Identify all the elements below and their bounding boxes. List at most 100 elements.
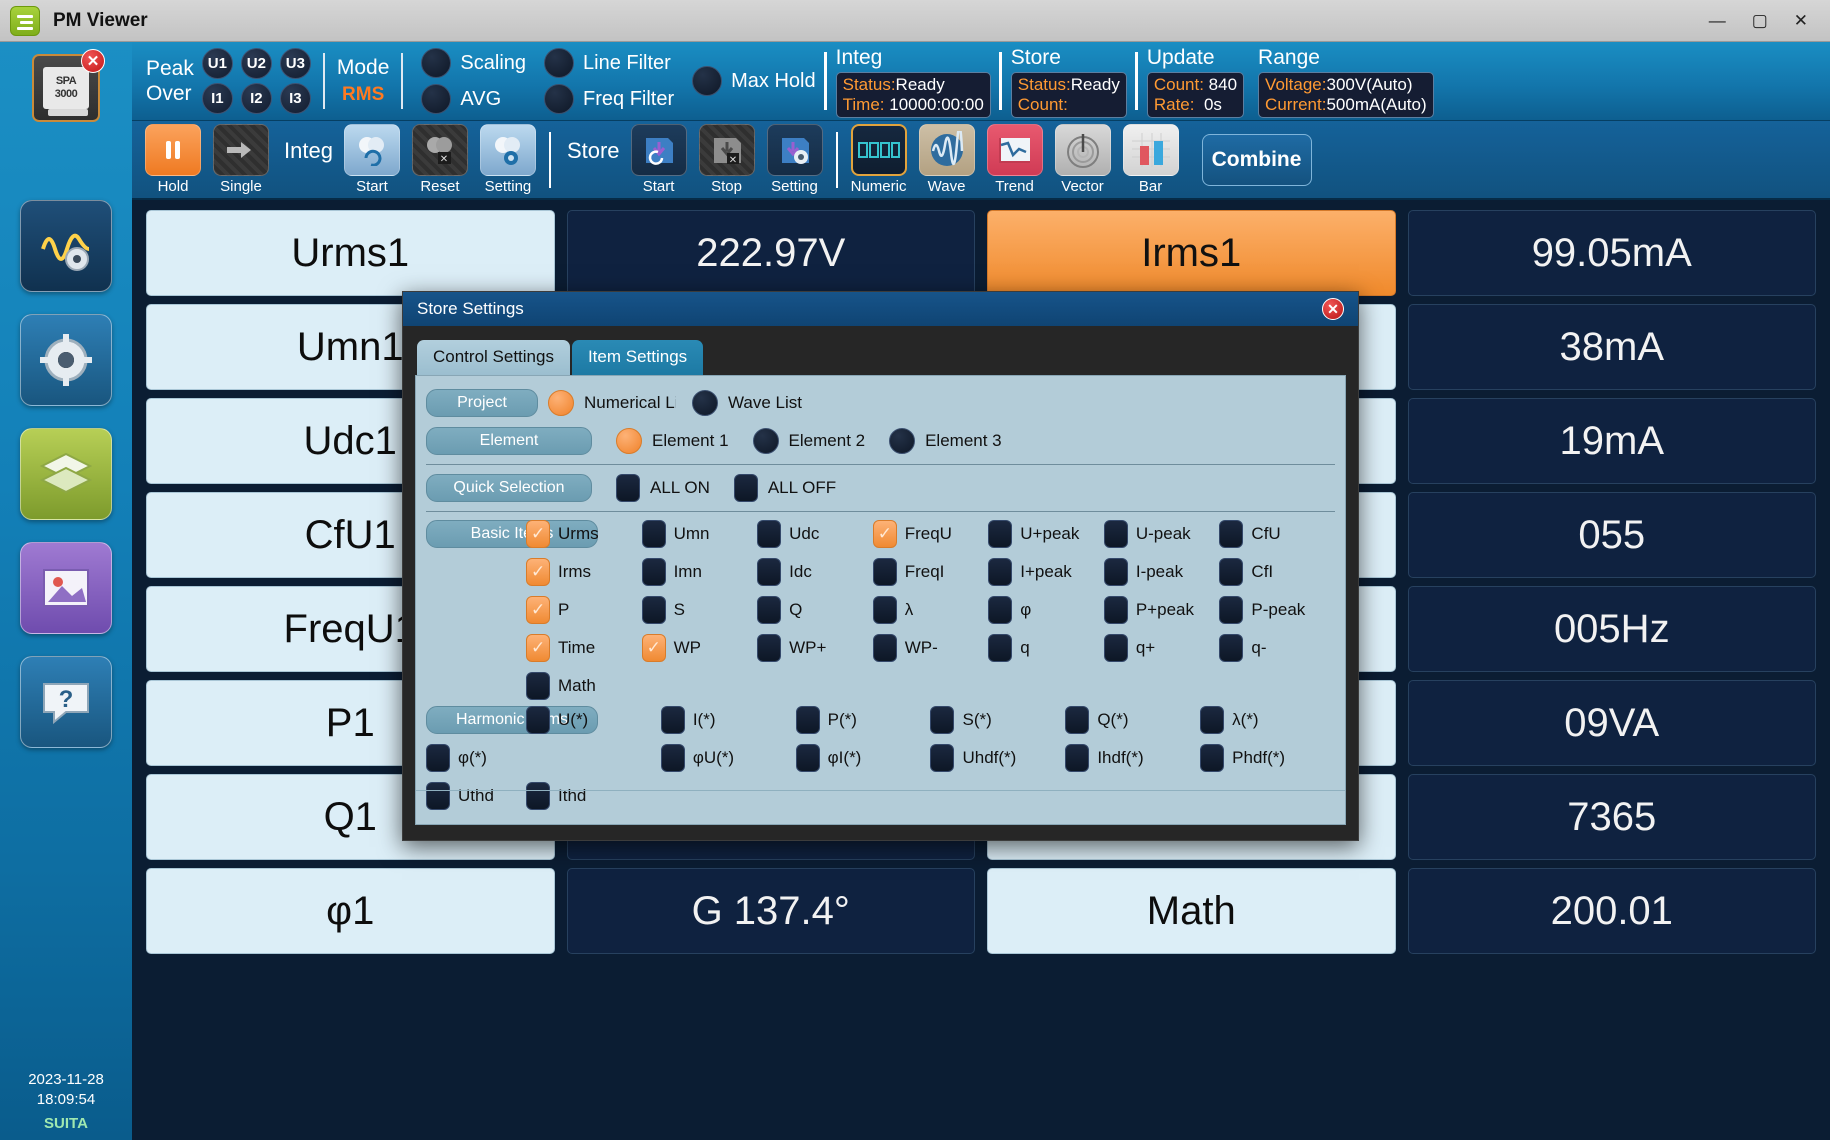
checkbox-icon[interactable]: [661, 744, 685, 772]
radio-element-2[interactable]: [753, 428, 779, 454]
measurement-value[interactable]: 005Hz: [1408, 586, 1817, 672]
measurement-label[interactable]: Irms1: [987, 210, 1396, 296]
toolbar-button-hold[interactable]: Hold: [142, 124, 204, 195]
checkbox-icon[interactable]: [526, 706, 550, 734]
toolbar-button-integ-reset[interactable]: ✕ Reset: [409, 124, 471, 195]
checkbox-icon[interactable]: [1104, 596, 1128, 624]
checkbox-icon[interactable]: [796, 706, 820, 734]
checkbox-item[interactable]: Q: [757, 596, 873, 624]
checkbox-item[interactable]: P(*): [796, 706, 931, 734]
checkbox-item[interactable]: P-peak: [1219, 596, 1335, 624]
checkbox-all-off[interactable]: [734, 474, 758, 502]
checkbox-icon[interactable]: [988, 634, 1012, 662]
checkbox-item[interactable]: P: [526, 596, 642, 624]
checkbox-item[interactable]: S: [642, 596, 758, 624]
measurement-value[interactable]: G 137.4°: [567, 868, 976, 954]
checkbox-item[interactable]: Uhdf(*): [930, 744, 1065, 772]
toolbar-button-vector[interactable]: Vector: [1052, 124, 1114, 195]
lamp-u2[interactable]: U2: [241, 48, 272, 79]
checkbox-icon[interactable]: [661, 706, 685, 734]
checkbox-icon[interactable]: [1200, 744, 1224, 772]
checkbox-item[interactable]: Idc: [757, 558, 873, 586]
toggle-freq-filter[interactable]: Freq Filter: [544, 84, 674, 114]
checkbox-icon[interactable]: [526, 672, 550, 700]
close-button[interactable]: ✕: [1794, 11, 1808, 31]
checkbox-item[interactable]: WP: [642, 634, 758, 662]
checkbox-item[interactable]: q: [988, 634, 1104, 662]
checkbox-icon[interactable]: [642, 558, 666, 586]
checkbox-icon[interactable]: [930, 706, 954, 734]
checkbox-icon[interactable]: [1104, 558, 1128, 586]
checkbox-icon[interactable]: [526, 558, 550, 586]
checkbox-icon[interactable]: [757, 558, 781, 586]
checkbox-item[interactable]: P+peak: [1104, 596, 1220, 624]
checkbox-item[interactable]: λ(*): [1200, 706, 1335, 734]
sidebar-item-settings[interactable]: [20, 314, 112, 406]
checkbox-icon[interactable]: [526, 634, 550, 662]
checkbox-item[interactable]: Imn: [642, 558, 758, 586]
toggle-line-filter[interactable]: Line Filter: [544, 48, 674, 78]
combine-button[interactable]: Combine: [1202, 134, 1312, 186]
toggle-avg[interactable]: AVG: [421, 84, 526, 114]
toolbar-button-bar[interactable]: Bar: [1120, 124, 1182, 195]
checkbox-icon[interactable]: [757, 634, 781, 662]
sidebar-item-layers[interactable]: [20, 428, 112, 520]
toolbar-button-wave[interactable]: Wave: [916, 124, 978, 195]
checkbox-icon[interactable]: [930, 744, 954, 772]
checkbox-item[interactable]: Udc: [757, 520, 873, 548]
toolbar-button-store-stop[interactable]: ✕ Stop: [696, 124, 758, 195]
measurement-value[interactable]: 055: [1408, 492, 1817, 578]
checkbox-item[interactable]: Q(*): [1065, 706, 1200, 734]
checkbox-item[interactable]: Time: [526, 634, 642, 662]
tab-item-settings[interactable]: Item Settings: [572, 340, 703, 375]
checkbox-item[interactable]: Phdf(*): [1200, 744, 1335, 772]
radio-wave-list[interactable]: [692, 390, 718, 416]
checkbox-item[interactable]: CfI: [1219, 558, 1335, 586]
toolbar-button-trend[interactable]: Trend: [984, 124, 1046, 195]
measurement-label[interactable]: φ1: [146, 868, 555, 954]
checkbox-icon[interactable]: [988, 520, 1012, 548]
lamp-i3[interactable]: I3: [280, 83, 311, 114]
checkbox-item[interactable]: U-peak: [1104, 520, 1220, 548]
device-status-tile[interactable]: SPA 3000 ✕: [32, 54, 100, 122]
checkbox-icon[interactable]: [1219, 558, 1243, 586]
checkbox-icon[interactable]: [526, 520, 550, 548]
radio-element-3[interactable]: [889, 428, 915, 454]
radio-element-1[interactable]: [616, 428, 642, 454]
sidebar-item-waveform-settings[interactable]: [20, 200, 112, 292]
checkbox-item[interactable]: φ(*): [426, 744, 526, 772]
measurement-value[interactable]: 38mA: [1408, 304, 1817, 390]
checkbox-icon[interactable]: [873, 634, 897, 662]
toolbar-button-integ-setting[interactable]: Setting: [477, 124, 539, 195]
minimize-button[interactable]: —: [1709, 11, 1726, 31]
toggle-scaling[interactable]: Scaling: [421, 48, 526, 78]
checkbox-item[interactable]: Urms: [526, 520, 642, 548]
toolbar-button-store-start[interactable]: Start: [628, 124, 690, 195]
checkbox-all-on[interactable]: [616, 474, 640, 502]
checkbox-icon[interactable]: [1219, 634, 1243, 662]
lamp-i1[interactable]: I1: [202, 83, 233, 114]
close-icon[interactable]: ✕: [1322, 298, 1344, 320]
checkbox-item[interactable]: Math: [526, 672, 642, 700]
checkbox-icon[interactable]: [642, 520, 666, 548]
checkbox-icon[interactable]: [1219, 596, 1243, 624]
checkbox-item[interactable]: I(*): [661, 706, 796, 734]
measurement-value[interactable]: 99.05mA: [1408, 210, 1817, 296]
checkbox-icon[interactable]: [873, 558, 897, 586]
checkbox-icon[interactable]: [426, 744, 450, 772]
checkbox-item[interactable]: I+peak: [988, 558, 1104, 586]
checkbox-icon[interactable]: [526, 596, 550, 624]
measurement-label[interactable]: Math: [987, 868, 1396, 954]
checkbox-icon[interactable]: [873, 596, 897, 624]
checkbox-item[interactable]: Umn: [642, 520, 758, 548]
toggle-max-hold[interactable]: Max Hold: [692, 66, 815, 96]
lamp-u3[interactable]: U3: [280, 48, 311, 79]
checkbox-icon[interactable]: [642, 596, 666, 624]
checkbox-item[interactable]: U(*): [526, 706, 661, 734]
checkbox-item[interactable]: λ: [873, 596, 989, 624]
checkbox-icon[interactable]: [988, 558, 1012, 586]
checkbox-item[interactable]: CfU: [1219, 520, 1335, 548]
measurement-value[interactable]: 200.01: [1408, 868, 1817, 954]
checkbox-item[interactable]: Irms: [526, 558, 642, 586]
checkbox-icon[interactable]: [1200, 706, 1224, 734]
